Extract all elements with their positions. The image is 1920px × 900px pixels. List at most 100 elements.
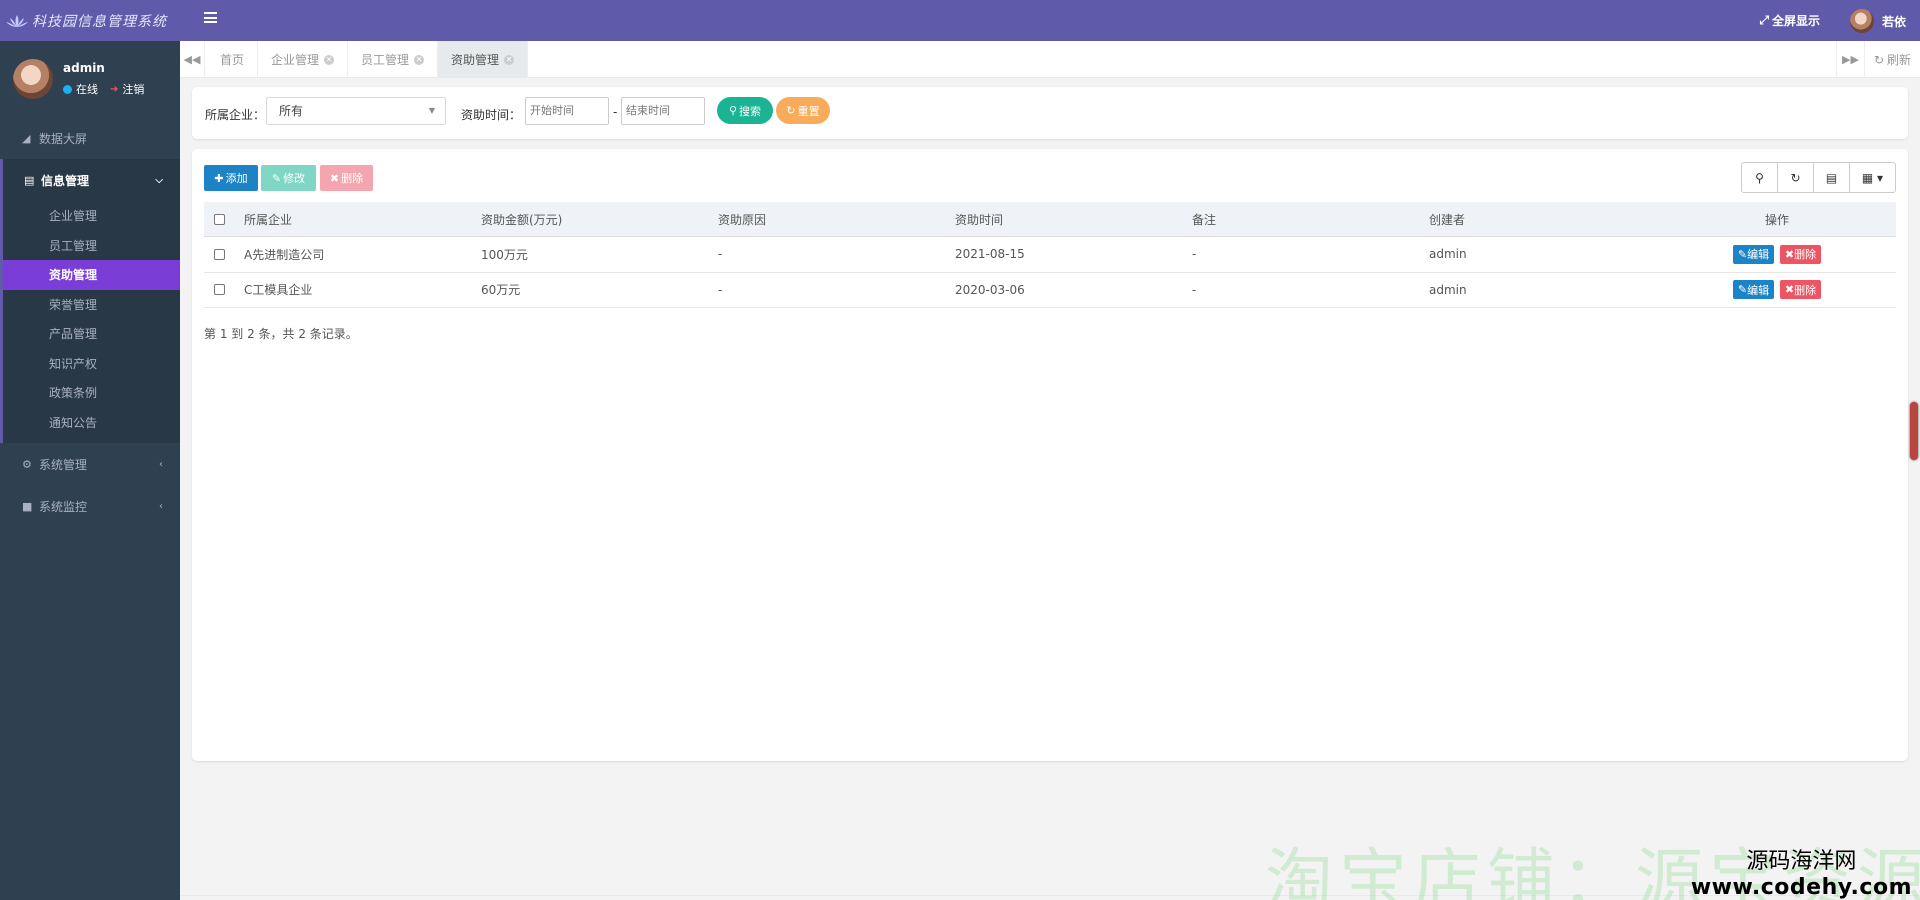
- refresh-icon: ↻: [1790, 170, 1801, 185]
- top-user-name: 若依: [1881, 14, 1906, 29]
- column-header[interactable]: 资助时间: [947, 211, 1184, 228]
- menu-system-monitor-label: 系统监控: [39, 499, 88, 514]
- menu-dashboard[interactable]: ◢ 数据大屏: [0, 117, 180, 159]
- tab-home-label: 首页: [220, 53, 245, 67]
- backward-icon: ◀◀: [183, 53, 201, 66]
- column-header[interactable]: 资助原因: [710, 211, 947, 228]
- sidebar-item-notice[interactable]: 通知公告: [3, 408, 180, 438]
- menu-system-mgmt[interactable]: ⚙ 系统管理 ‹: [0, 443, 180, 485]
- delete-button[interactable]: ✖ 删除: [320, 165, 373, 191]
- plus-icon: ✚: [214, 171, 224, 185]
- cell-reason: -: [718, 282, 723, 297]
- sidebar-item-policy[interactable]: 政策条例: [3, 378, 180, 408]
- user-avatar[interactable]: [13, 59, 53, 99]
- select-all-checkbox[interactable]: [214, 213, 225, 225]
- id-card-icon: ▤: [24, 173, 35, 187]
- reset-button[interactable]: ↻ 重置: [776, 97, 830, 124]
- row-checkbox[interactable]: [214, 248, 225, 260]
- sidebar-item-funding[interactable]: 资助管理: [3, 260, 180, 290]
- search-button[interactable]: ⚲ 搜索: [717, 97, 773, 124]
- sidebar-item-honor[interactable]: 荣誉管理: [3, 290, 180, 320]
- scroll-handle[interactable]: [1910, 402, 1918, 460]
- menu-info-toggle[interactable]: ▤ 信息管理 ⌵: [3, 159, 180, 201]
- cell-note: -: [1192, 247, 1197, 262]
- columns-button[interactable]: ▦ ▾: [1850, 163, 1895, 192]
- row-delete-button[interactable]: ✖ 删除: [1779, 244, 1822, 264]
- row-edit-button[interactable]: ✎ 编辑: [1732, 244, 1775, 264]
- sidebar-item-employee[interactable]: 员工管理: [3, 231, 180, 261]
- top-user-menu[interactable]: 若依: [1849, 9, 1906, 33]
- table-row[interactable]: C工模具企业 60万元 - 2020-03-06 - admin ✎ 编辑 ✖ 删除: [204, 273, 1896, 308]
- page-tabs: ◀◀ 首页 企业管理 ✕ 员工管理 ✕ 资助管理 ✕ ▶▶ ↻ 刷新: [180, 41, 1920, 78]
- column-header[interactable]: 资助金额(万元): [473, 211, 710, 228]
- logout-icon[interactable]: ➔: [110, 84, 118, 95]
- sidebar: 科技园信息管理系统 admin 在线 ➔ 注销 ◢ 数据大屏 ▤ 信息管理 ⌵ …: [0, 0, 180, 900]
- add-button[interactable]: ✚ 添加: [204, 165, 258, 191]
- company-select[interactable]: 所有 ▼: [266, 97, 446, 125]
- cell-amount: 100万元: [481, 247, 528, 262]
- tab-employee[interactable]: 员工管理 ✕: [348, 41, 439, 78]
- cell-date: 2020-03-06: [955, 282, 1025, 297]
- row-checkbox[interactable]: [214, 284, 225, 296]
- cell-creator: admin: [1429, 247, 1467, 262]
- tab-funding[interactable]: 资助管理 ✕: [438, 41, 529, 78]
- forward-icon: ▶▶: [1842, 53, 1859, 66]
- cell-amount: 60万元: [481, 283, 521, 298]
- menu-system-mgmt-label: 系统管理: [39, 457, 88, 472]
- lotus-logo-icon: [6, 14, 28, 27]
- fullscreen-label: 全屏显示: [1771, 14, 1820, 28]
- column-header[interactable]: 创建者: [1421, 211, 1658, 228]
- refresh-table-button[interactable]: ↻: [1778, 163, 1814, 192]
- table-row[interactable]: A先进制造公司 100万元 - 2021-08-15 - admin ✎ 编辑 ✖…: [204, 237, 1896, 273]
- edit-button[interactable]: ✎ 修改: [261, 165, 316, 191]
- tab-company[interactable]: 企业管理 ✕: [258, 41, 349, 78]
- row-delete-label: 删除: [1794, 248, 1817, 262]
- close-icon[interactable]: ✕: [324, 54, 335, 65]
- end-time-input[interactable]: 结束时间: [621, 97, 705, 125]
- sidebar-item-product[interactable]: 产品管理: [3, 319, 180, 349]
- cell-creator: admin: [1429, 282, 1467, 297]
- company-select-value: 所有: [279, 104, 304, 118]
- add-button-label: 添加: [225, 172, 248, 185]
- time-filter-label: 资助时间：: [461, 108, 522, 122]
- watermark-site-name: 源码海洋网: [1746, 849, 1857, 874]
- fullscreen-button[interactable]: ⤢ 全屏显示: [1759, 12, 1820, 29]
- refresh-icon: ↻: [1873, 52, 1885, 67]
- toggle-search-button[interactable]: ⚲: [1742, 163, 1778, 192]
- app-logo[interactable]: 科技园信息管理系统: [0, 0, 180, 41]
- top-avatar: [1849, 9, 1874, 33]
- table-panel: ✚ 添加 ✎ 修改 ✖ 删除 ⚲ ↻ ▤ ▦ ▾ 所属企业 资助金额(万元) 资…: [192, 149, 1908, 761]
- tab-scroll-right-button[interactable]: ▶▶: [1836, 41, 1864, 78]
- row-delete-button[interactable]: ✖ 删除: [1779, 280, 1822, 300]
- menu-toggle-icon[interactable]: [204, 12, 217, 23]
- search-icon: ⚲: [1755, 170, 1764, 185]
- remove-icon: ✖: [1784, 247, 1795, 261]
- row-delete-label: 删除: [1794, 283, 1817, 297]
- menu-system-monitor[interactable]: ■ 系统监控 ‹: [0, 485, 180, 527]
- row-edit-button[interactable]: ✎ 编辑: [1732, 280, 1775, 300]
- online-status: 在线: [76, 83, 98, 96]
- sidebar-item-ip[interactable]: 知识产权: [3, 349, 180, 379]
- menu-info-label: 信息管理: [41, 173, 90, 188]
- cell-reason: -: [718, 247, 723, 262]
- column-header[interactable]: 备注: [1184, 211, 1421, 228]
- logout-link[interactable]: 注销: [122, 81, 144, 97]
- video-camera-icon: ■: [22, 499, 33, 513]
- close-icon[interactable]: ✕: [504, 54, 515, 65]
- tab-employee-label: 员工管理: [361, 53, 410, 67]
- toggle-view-button[interactable]: ▤: [1814, 163, 1850, 192]
- cell-note: -: [1192, 282, 1197, 297]
- column-header[interactable]: 所属企业: [236, 211, 473, 228]
- top-navbar: ⤢ 全屏显示 若依: [180, 0, 1920, 41]
- search-button-label: 搜索: [739, 104, 762, 118]
- company-filter-label: 所属企业：: [205, 108, 266, 122]
- tab-company-label: 企业管理: [271, 53, 320, 67]
- sidebar-item-company[interactable]: 企业管理: [3, 201, 180, 231]
- tab-scroll-left-button[interactable]: ◀◀: [180, 41, 205, 78]
- close-icon[interactable]: ✕: [414, 54, 425, 65]
- refresh-tab-button[interactable]: ↻ 刷新: [1864, 41, 1920, 78]
- list-icon: ▤: [1825, 170, 1838, 185]
- start-time-input[interactable]: 开始时间: [525, 97, 609, 125]
- tab-home[interactable]: 首页: [207, 41, 259, 78]
- menu-dashboard-label: 数据大屏: [39, 131, 88, 146]
